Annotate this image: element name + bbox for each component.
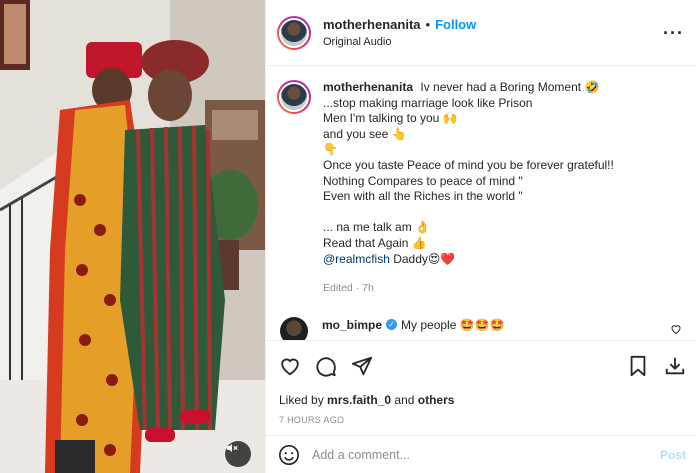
author-username[interactable]: motherhenanita bbox=[323, 17, 421, 32]
mute-toggle-button[interactable] bbox=[225, 441, 251, 467]
smiley-icon[interactable] bbox=[278, 444, 300, 466]
follow-button[interactable]: Follow bbox=[435, 17, 476, 32]
caption-line: Even with all the Riches in the world " bbox=[323, 189, 523, 204]
comments-section: motherhenanita Iv never had a Boring Mom… bbox=[266, 66, 696, 340]
share-button[interactable] bbox=[351, 355, 373, 377]
post-timestamp[interactable]: 7 HOURS AGO bbox=[279, 415, 686, 425]
download-button[interactable] bbox=[664, 355, 686, 377]
caption-text: motherhenanita Iv never had a Boring Mom… bbox=[323, 80, 663, 297]
caption-line: Men I'm talking to you 🙌 bbox=[323, 111, 458, 126]
edited-timestamp[interactable]: Edited · 7h bbox=[323, 281, 663, 297]
commenter-avatar[interactable] bbox=[280, 316, 308, 340]
heart-icon bbox=[281, 358, 299, 376]
comment-input[interactable] bbox=[312, 447, 660, 462]
header-separator: • bbox=[425, 17, 431, 32]
post-comment-button[interactable]: Post bbox=[660, 448, 686, 462]
post-actions: Liked by mrs.faith_0 and others 7 HOURS … bbox=[266, 340, 696, 473]
video-frame bbox=[0, 0, 265, 473]
likes-and: and bbox=[391, 393, 418, 407]
add-comment-bar: Post bbox=[266, 435, 696, 473]
instagram-post: motherhenanita • Follow Original Audio ·… bbox=[0, 0, 696, 473]
post-caption: motherhenanita Iv never had a Boring Mom… bbox=[277, 80, 684, 297]
paper-plane-icon bbox=[351, 356, 373, 376]
caption-line: Daddy😍❤️ bbox=[389, 251, 456, 266]
likes-others-link[interactable]: others bbox=[418, 393, 455, 407]
like-button[interactable] bbox=[279, 355, 301, 377]
comment-text: My people 🤩🤩🤩 bbox=[401, 317, 505, 332]
caption-line: and you see 👆 bbox=[323, 126, 407, 141]
comment-like-heart-icon[interactable] bbox=[670, 323, 682, 335]
audio-label[interactable]: Original Audio bbox=[323, 36, 663, 48]
post-header: motherhenanita • Follow Original Audio ·… bbox=[266, 0, 696, 66]
caption-line: ...stop making marriage look like Prison bbox=[323, 95, 533, 110]
comment-button[interactable] bbox=[315, 355, 337, 377]
post-video[interactable] bbox=[0, 0, 265, 473]
save-button[interactable] bbox=[628, 355, 648, 377]
caption-line: ... na me talk am 👌 bbox=[323, 220, 430, 235]
caption-line: 👇 bbox=[323, 142, 338, 157]
caption-username[interactable]: motherhenanita bbox=[323, 80, 413, 94]
comment-item: mo_bimpe ✓ My people 🤩🤩🤩 bbox=[277, 316, 684, 340]
more-horizontal-icon: ··· bbox=[663, 22, 684, 43]
more-options-button[interactable]: ··· bbox=[663, 24, 684, 42]
caption-avatar[interactable] bbox=[277, 80, 311, 114]
speaker-muted-icon bbox=[226, 443, 238, 453]
liked-by-user[interactable]: mrs.faith_0 bbox=[327, 393, 391, 407]
caption-line: Nothing Compares to peace of mind " bbox=[323, 173, 523, 188]
mention-link[interactable]: @realmcfish bbox=[323, 252, 390, 266]
caption-line: Once you taste Peace of mind you be fore… bbox=[323, 157, 614, 172]
caption-line: Iv never had a Boring Moment 🤣 bbox=[420, 80, 600, 94]
comment-bubble-icon bbox=[316, 357, 336, 377]
post-side-panel: motherhenanita • Follow Original Audio ·… bbox=[265, 0, 696, 473]
verified-badge-icon: ✓ bbox=[386, 319, 398, 331]
download-icon bbox=[665, 357, 685, 375]
author-avatar[interactable] bbox=[277, 15, 311, 50]
likes-prefix: Liked by bbox=[279, 393, 328, 407]
commenter-username[interactable]: mo_bimpe bbox=[322, 318, 382, 332]
caption-line: Read that Again 👍 bbox=[323, 235, 427, 250]
likes-summary: Liked by mrs.faith_0 and others bbox=[279, 393, 686, 407]
bookmark-icon bbox=[630, 355, 646, 377]
